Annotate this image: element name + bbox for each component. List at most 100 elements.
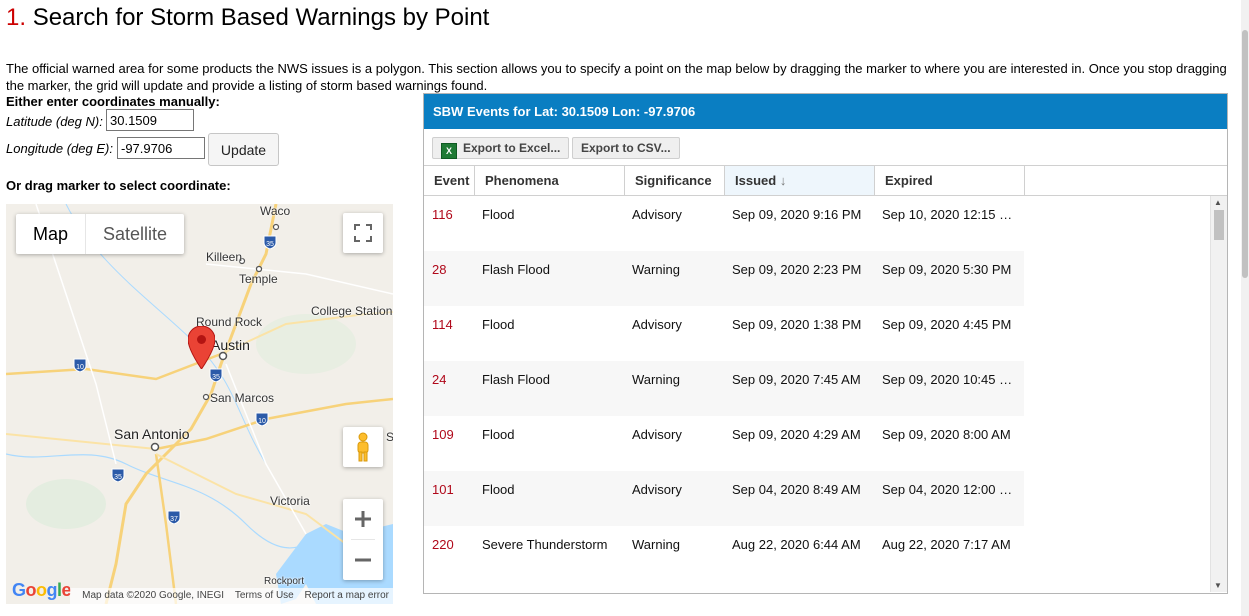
cell-significance: Advisory: [632, 207, 682, 222]
update-button[interactable]: Update: [208, 133, 279, 166]
map-type-satellite-button[interactable]: Satellite: [86, 214, 184, 254]
location-marker-icon[interactable]: [188, 326, 215, 369]
column-header-issued[interactable]: Issued ↓: [725, 166, 875, 195]
map-footer: Google Map data ©2020 Google, INEGI Term…: [6, 580, 393, 604]
table-row[interactable]: 220 Severe Thunderstorm Warning Aug 22, …: [424, 526, 1024, 581]
cell-phenomena: Flash Flood: [482, 372, 550, 387]
zoom-out-icon[interactable]: [343, 540, 383, 580]
cell-expired: Sep 09, 2020 4:45 PM: [882, 317, 1012, 332]
fullscreen-button[interactable]: [343, 213, 383, 253]
interstate-shield-icon: 10: [255, 412, 269, 426]
cell-expired: Sep 10, 2020 12:15 …: [882, 207, 1013, 222]
column-header-expired[interactable]: Expired: [875, 166, 1025, 195]
svg-text:35: 35: [212, 374, 220, 381]
longitude-input[interactable]: [117, 137, 205, 159]
sort-descending-icon: ↓: [779, 173, 787, 188]
cell-event[interactable]: 28: [432, 262, 446, 277]
latitude-input[interactable]: [106, 109, 194, 131]
table-row[interactable]: 28 Flash Flood Warning Sep 09, 2020 2:23…: [424, 251, 1024, 306]
cell-expired: Sep 09, 2020 5:30 PM: [882, 262, 1012, 277]
map-label-san-marcos: San Marcos: [210, 391, 275, 405]
scroll-down-icon[interactable]: ▼: [1214, 581, 1222, 590]
cell-phenomena: Flood: [482, 482, 515, 497]
cell-expired: Sep 09, 2020 10:45 …: [882, 372, 1013, 387]
svg-text:37: 37: [170, 516, 178, 523]
page-scroll-thumb[interactable]: [1242, 30, 1248, 278]
pegman-icon: [357, 432, 369, 462]
cell-significance: Warning: [632, 372, 680, 387]
grid-body: 116 Flood Advisory Sep 09, 2020 9:16 PM …: [424, 196, 1210, 581]
zoom-control: [343, 499, 383, 580]
scroll-thumb[interactable]: [1214, 210, 1224, 240]
title-text: Search for Storm Based Warnings by Point: [32, 4, 490, 31]
cell-phenomena: Flash Flood: [482, 262, 550, 277]
panel-header: SBW Events for Lat: 30.1509 Lon: -97.970…: [424, 94, 1227, 129]
map-data-text: Map data ©2020 Google, INEGI: [82, 590, 225, 601]
table-row[interactable]: 24 Flash Flood Warning Sep 09, 2020 7:45…: [424, 361, 1024, 416]
map-label-college-station: College Station: [311, 304, 393, 318]
report-map-error-link[interactable]: Report a map error: [305, 590, 389, 601]
cell-event[interactable]: 220: [432, 537, 454, 552]
table-row[interactable]: 116 Flood Advisory Sep 09, 2020 9:16 PM …: [424, 196, 1024, 251]
export-excel-button[interactable]: X Export to Excel...: [432, 137, 570, 159]
map-label-austin: Austin: [211, 337, 250, 353]
map-label-temple: Temple: [239, 272, 278, 286]
column-header-issued-label: Issued: [735, 173, 777, 188]
sbw-events-panel: SBW Events for Lat: 30.1509 Lon: -97.970…: [423, 93, 1228, 594]
cell-phenomena: Flood: [482, 207, 515, 222]
cell-event[interactable]: 114: [432, 317, 453, 332]
column-header-significance[interactable]: Significance: [625, 166, 725, 195]
table-row[interactable]: 109 Flood Advisory Sep 09, 2020 4:29 AM …: [424, 416, 1024, 471]
map-label-killeen: Killeen: [206, 250, 243, 264]
grid-header-row: Event Phenomena Significance Issued ↓ Ex…: [424, 166, 1227, 196]
page-scrollbar[interactable]: [1241, 0, 1249, 616]
cell-event[interactable]: 24: [432, 372, 446, 387]
interstate-shield-icon: 35: [111, 468, 125, 482]
cell-phenomena: Flood: [482, 427, 515, 442]
cell-phenomena: Flood: [482, 317, 515, 332]
export-excel-label: Export to Excel...: [463, 141, 561, 155]
svg-text:10: 10: [76, 364, 84, 371]
drag-heading: Or drag marker to select coordinate:: [6, 178, 231, 193]
map-attribution: Map data ©2020 Google, INEGI Terms of Us…: [70, 588, 393, 604]
grid-scrollbar[interactable]: ▲ ▼: [1210, 196, 1227, 592]
zoom-in-icon[interactable]: [343, 499, 383, 539]
table-row[interactable]: 114 Flood Advisory Sep 09, 2020 1:38 PM …: [424, 306, 1024, 361]
table-row[interactable]: 101 Flood Advisory Sep 04, 2020 8:49 AM …: [424, 471, 1024, 526]
grid-toolbar: X Export to Excel... Export to CSV...: [424, 129, 1227, 166]
cell-significance: Warning: [632, 537, 680, 552]
street-view-button[interactable]: [343, 427, 383, 467]
svg-text:35: 35: [114, 474, 122, 481]
cell-issued: Sep 09, 2020 2:23 PM: [732, 262, 862, 277]
scroll-up-icon[interactable]: ▲: [1214, 198, 1222, 207]
cell-event[interactable]: 101: [432, 482, 454, 497]
page-title: 1. Search for Storm Based Warnings by Po…: [6, 4, 489, 32]
title-number: 1.: [6, 4, 27, 31]
map-label-edge: S: [386, 430, 393, 444]
column-header-phenomena[interactable]: Phenomena: [475, 166, 625, 195]
cell-event[interactable]: 109: [432, 427, 454, 442]
cell-issued: Sep 09, 2020 1:38 PM: [732, 317, 862, 332]
map-type-map-button[interactable]: Map: [16, 214, 87, 254]
intro-text: The official warned area for some produc…: [6, 61, 1227, 93]
manual-heading: Either enter coordinates manually:: [6, 94, 220, 109]
cell-expired: Aug 22, 2020 7:17 AM: [882, 537, 1011, 552]
cell-issued: Sep 04, 2020 8:49 AM: [732, 482, 861, 497]
cell-significance: Advisory: [632, 482, 682, 497]
export-csv-button[interactable]: Export to CSV...: [572, 137, 680, 159]
map-label-san-antonio: San Antonio: [114, 426, 190, 442]
cell-expired: Sep 09, 2020 8:00 AM: [882, 427, 1011, 442]
cell-event[interactable]: 116: [432, 207, 453, 222]
map-label-waco: Waco: [260, 204, 291, 218]
map-type-control: Map Satellite: [16, 214, 185, 254]
cell-issued: Aug 22, 2020 6:44 AM: [732, 537, 861, 552]
map[interactable]: Waco Killeen Temple College Station Roun…: [6, 204, 393, 604]
cell-issued: Sep 09, 2020 7:45 AM: [732, 372, 861, 387]
interstate-shield-icon: 10: [73, 358, 87, 372]
interstate-shield-icon: 35: [209, 368, 223, 382]
interstate-shield-icon: 37: [167, 510, 181, 524]
svg-text:10: 10: [258, 418, 266, 425]
interstate-shield-icon: 35: [263, 235, 277, 249]
terms-of-use-link[interactable]: Terms of Use: [235, 590, 294, 601]
column-header-event[interactable]: Event: [424, 166, 475, 195]
